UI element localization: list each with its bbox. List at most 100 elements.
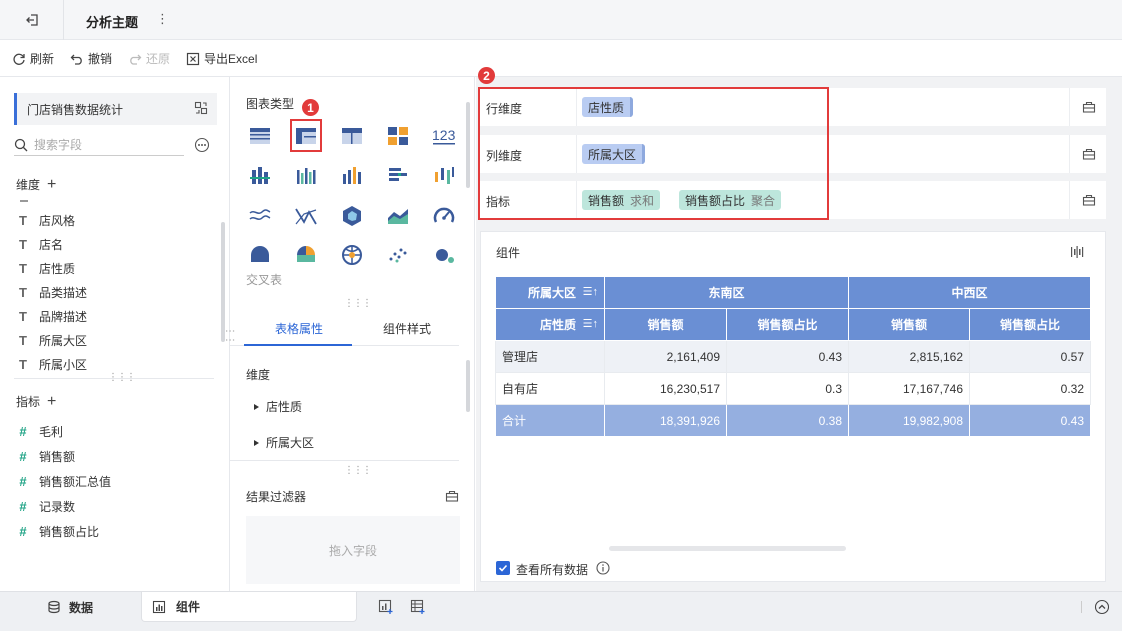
info-icon[interactable] — [596, 561, 610, 575]
radar-chart-icon[interactable] — [340, 204, 364, 228]
metric-item[interactable]: # 销售额占比 — [16, 521, 99, 541]
header-row: 店性质 ☰↑ 销售额 销售额占比 销售额 销售额占比 — [495, 308, 1092, 341]
search-field[interactable]: 搜索字段 — [14, 134, 184, 156]
metric-header: 指标 + — [16, 393, 56, 410]
row-dimension-header[interactable]: 店性质 ☰↑ — [495, 308, 605, 341]
donut-chart-icon[interactable] — [294, 242, 318, 266]
add-table-icon[interactable] — [410, 599, 426, 615]
dimension-expand-item[interactable]: 所属大区 — [254, 434, 314, 451]
scrollbar[interactable] — [466, 102, 470, 188]
dimension-item[interactable]: T 店名 — [16, 234, 63, 254]
toolbar: 刷新 撤销 还原 导出Excel — [0, 41, 1122, 77]
view-all-checkbox[interactable] — [496, 561, 510, 575]
export-excel-button[interactable]: 导出Excel — [186, 50, 257, 67]
column-dimension-header[interactable]: 所属大区 ☰↑ — [495, 276, 605, 309]
search-icon — [14, 138, 28, 151]
dimension-expand-item[interactable]: 店性质 — [254, 398, 302, 415]
metric-item[interactable]: # 记录数 — [16, 496, 75, 516]
gauge-icon[interactable] — [432, 204, 456, 228]
redo-button[interactable]: 还原 — [128, 50, 170, 67]
grouped-table-icon[interactable] — [340, 124, 364, 148]
total-label: 合计 — [495, 404, 605, 437]
selected-chart-highlight — [290, 119, 322, 152]
add-metric-icon[interactable]: + — [47, 393, 56, 409]
scrollbar[interactable] — [221, 222, 225, 342]
dimension-item[interactable]: T 品牌描述 — [16, 306, 87, 326]
text-type-icon: T — [19, 332, 27, 348]
tab-component[interactable]: 组件 — [141, 592, 357, 622]
number-type-icon: # — [19, 423, 27, 439]
number-type-icon: # — [19, 448, 27, 464]
metric-label: 销售额占比 — [39, 524, 100, 539]
multi-line-icon[interactable] — [294, 204, 318, 228]
tab-data[interactable]: 数据 — [0, 592, 140, 622]
lock-icon[interactable] — [445, 489, 459, 502]
lock-icon[interactable] — [1082, 100, 1096, 113]
scrollbar[interactable] — [466, 360, 470, 412]
scatter-icon[interactable] — [386, 242, 410, 266]
table-icon[interactable] — [248, 124, 272, 148]
add-component-icon[interactable] — [378, 599, 394, 615]
total-cell: 19,982,908 — [848, 404, 971, 437]
metric-item[interactable]: # 毛利 — [16, 421, 63, 441]
add-dimension-icon[interactable]: + — [47, 176, 56, 192]
resize-handle[interactable]: ⋮⋮⋮ — [344, 298, 372, 309]
chart-settings-icon[interactable] — [1070, 245, 1084, 259]
line-chart-icon[interactable] — [248, 204, 272, 228]
dimension-item[interactable]: T 店性质 — [16, 258, 75, 278]
dimension-section-label: 维度 — [246, 368, 271, 382]
redo-icon — [130, 54, 142, 65]
lock-icon[interactable] — [1082, 147, 1096, 160]
bubble-chart-icon[interactable] — [432, 242, 456, 266]
dimension-item[interactable]: T 品类描述 — [16, 282, 87, 302]
database-icon — [48, 600, 60, 614]
dimension-item[interactable]: T 所属大区 — [16, 330, 87, 350]
more-menu-icon[interactable]: ⋮ — [156, 11, 169, 27]
range-column-icon[interactable] — [432, 164, 456, 188]
metric-item[interactable]: # 销售额汇总值 — [16, 471, 111, 491]
exit-icon — [25, 14, 38, 26]
column-chart-icon[interactable] — [340, 164, 364, 188]
chart-type-name: 交叉表 — [246, 273, 283, 287]
metric-header: 销售额 — [604, 308, 727, 341]
dimension-item[interactable]: T 所属小区 — [16, 354, 87, 374]
step-badge-1: 1 — [302, 99, 319, 116]
resize-handle[interactable]: ⋮⋮⋮ — [344, 465, 372, 476]
pie-chart-icon[interactable] — [248, 242, 272, 266]
grouped-column-icon[interactable] — [294, 164, 318, 188]
sort-icon[interactable]: ☰↑ — [583, 317, 598, 330]
dimension-label: 店性质 — [39, 261, 76, 276]
resize-handle[interactable]: ⋮⋮⋮ — [108, 372, 136, 383]
table-cell: 2,815,162 — [848, 340, 971, 373]
sort-icon[interactable]: ☰↑ — [583, 285, 598, 298]
collapse-icon[interactable] — [1094, 599, 1110, 615]
number-card-icon[interactable]: 123 — [432, 124, 456, 148]
page-title: 分析主题 — [86, 15, 139, 30]
search-placeholder: 搜索字段 — [34, 138, 83, 152]
tab-table-properties[interactable]: 表格属性 — [244, 320, 354, 337]
horizontal-scrollbar[interactable] — [609, 546, 846, 551]
dataset-selector[interactable]: 门店销售数据统计 — [14, 93, 217, 125]
table-cell: 0.57 — [969, 340, 1092, 373]
area-chart-icon[interactable] — [386, 204, 410, 228]
column-header: 中西区 — [848, 276, 1092, 309]
filter-drop-area[interactable]: 拖入字段 — [246, 516, 460, 584]
dashboard-icon[interactable] — [386, 124, 410, 148]
tab-component-style[interactable]: 组件样式 — [354, 320, 460, 337]
more-options-icon[interactable] — [194, 137, 210, 153]
switch-dataset-icon[interactable] — [194, 101, 208, 115]
dimension-label: 所属小区 — [39, 357, 88, 372]
dimension-item[interactable]: T 店风格 — [16, 210, 75, 230]
lock-icon[interactable] — [1082, 193, 1096, 206]
undo-button[interactable]: 撤销 — [70, 50, 112, 67]
total-cell: 18,391,926 — [604, 404, 727, 437]
stacked-column-icon[interactable] — [248, 164, 272, 188]
refresh-button[interactable]: 刷新 — [12, 50, 54, 67]
drop-hint: 拖入字段 — [328, 543, 377, 558]
bar-chart-icon[interactable] — [386, 164, 410, 188]
map-icon[interactable] — [340, 242, 364, 266]
dimension-label: 品类描述 — [39, 285, 88, 300]
metric-item[interactable]: # 销售额 — [16, 446, 75, 466]
number-type-icon: # — [19, 473, 27, 489]
back-button[interactable] — [0, 0, 64, 40]
